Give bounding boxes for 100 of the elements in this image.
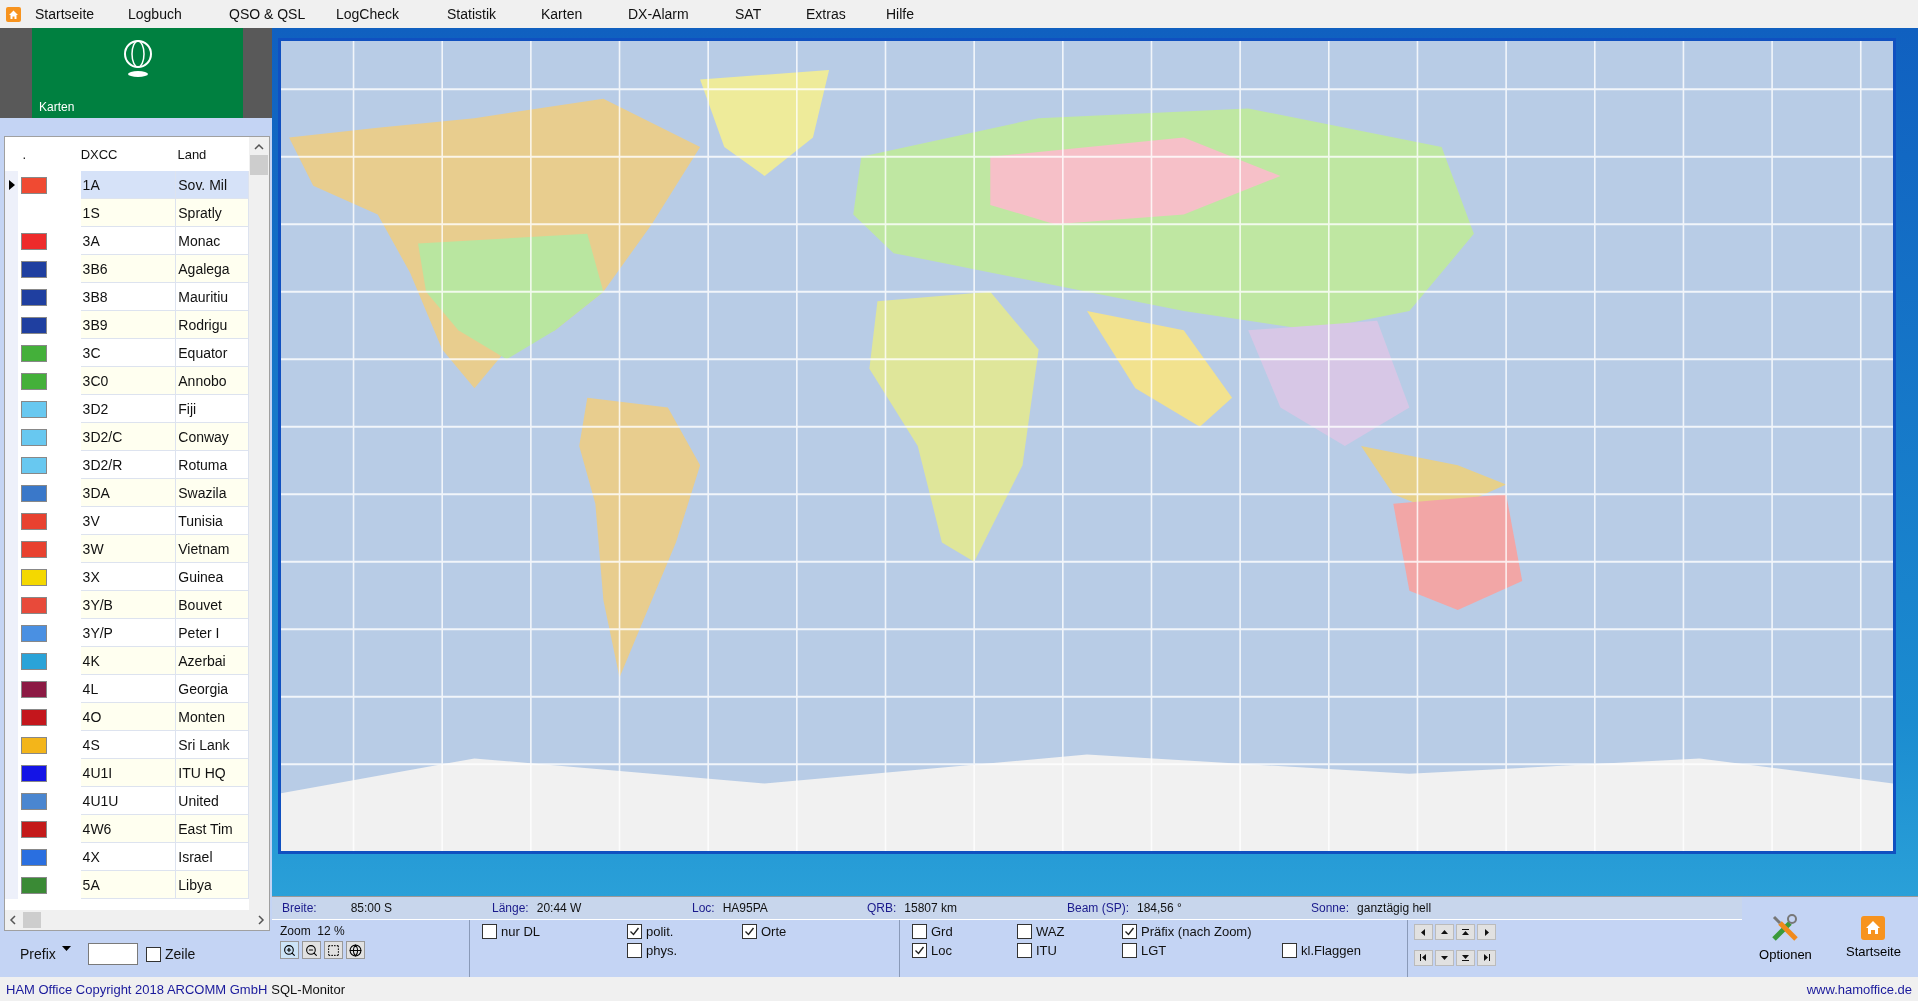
checkbox-option[interactable]: polit.	[627, 924, 742, 939]
table-cell: Spratly	[176, 199, 249, 227]
table-row[interactable]: 3B6 Agalega	[5, 255, 249, 283]
prefix-dropdown[interactable]: Prefix	[20, 946, 80, 962]
arrow-left-button[interactable]	[1414, 924, 1433, 940]
menu-item[interactable]: Karten	[541, 6, 583, 22]
table-cell: Agalega	[176, 255, 249, 283]
scroll-thumb[interactable]	[23, 912, 41, 928]
table-row[interactable]: 3Y/P Peter I	[5, 619, 249, 647]
table-row[interactable]: 3C0 Annobo	[5, 367, 249, 395]
zoom-out-button[interactable]	[302, 941, 321, 959]
menu-item[interactable]: Logbuch	[128, 6, 182, 22]
column-header[interactable]: .	[18, 137, 79, 171]
horizontal-scrollbar[interactable]	[5, 910, 269, 930]
info-value: 85:00 S	[350, 901, 393, 915]
table-cell: 4S	[80, 731, 177, 759]
zoom-in-button[interactable]	[280, 941, 299, 959]
checkbox-option[interactable]: Zeile	[146, 946, 196, 962]
table-row[interactable]: 3B8 Mauritiu	[5, 283, 249, 311]
table-cell: 4U1U	[80, 787, 177, 815]
scroll-right-icon[interactable]	[257, 915, 265, 925]
table-row[interactable]: 3D2 Fiji	[5, 395, 249, 423]
table-cell: Georgia	[176, 675, 249, 703]
website-link[interactable]: www.hamoffice.de	[1806, 981, 1912, 997]
table-row[interactable]: 4O Monten	[5, 703, 249, 731]
table-row[interactable]: 4L Georgia	[5, 675, 249, 703]
home-button[interactable]: Startseite	[1844, 913, 1903, 961]
table-row[interactable]: 3B9 Rodrigu	[5, 311, 249, 339]
table-row[interactable]: 5A Libya	[5, 871, 249, 899]
checkbox-option[interactable]: phys.	[627, 943, 742, 958]
checkbox-option[interactable]: LGT	[1122, 943, 1282, 958]
vertical-scrollbar[interactable]	[249, 137, 269, 910]
selection-button[interactable]	[324, 941, 343, 959]
sql-monitor-label[interactable]: SQL-Monitor	[271, 981, 345, 997]
arrow-right-button[interactable]	[1477, 924, 1496, 940]
menu-item[interactable]: Statistik	[447, 6, 496, 22]
options-button[interactable]: Optionen	[1757, 910, 1814, 964]
menu-item[interactable]: Extras	[806, 6, 846, 22]
table-cell: Sov. Mil	[176, 171, 249, 199]
table-cell: 5A	[80, 871, 177, 899]
table-cell: Fiji	[176, 395, 249, 423]
menu-item[interactable]: Hilfe	[886, 6, 914, 22]
column-header[interactable]: DXCC	[78, 137, 176, 171]
checkbox-option[interactable]: ITU	[1017, 943, 1122, 958]
table-row[interactable]: 3DA Swazila	[5, 479, 249, 507]
menu-item[interactable]: DX-Alarm	[628, 6, 689, 22]
table-cell: 3Y/P	[80, 619, 177, 647]
table-cell: 4L	[80, 675, 177, 703]
table-row[interactable]: 4U1I ITU HQ	[5, 759, 249, 787]
table-cell: Equator	[176, 339, 249, 367]
scroll-up-icon[interactable]	[254, 143, 264, 151]
table-cell: 3D2	[80, 395, 177, 423]
jump-top-button[interactable]	[1456, 924, 1475, 940]
table-cell: 3Y/B	[80, 591, 177, 619]
checkbox-option[interactable]: WAZ	[1017, 924, 1122, 939]
scroll-left-icon[interactable]	[9, 915, 17, 925]
table-row[interactable]: 1S Spratly	[5, 199, 249, 227]
scroll-thumb[interactable]	[250, 155, 268, 175]
arrow-up-button[interactable]	[1435, 924, 1454, 940]
jump-last-button[interactable]	[1477, 949, 1496, 966]
table-row[interactable]: 3V Tunisia	[5, 507, 249, 535]
checkbox-option[interactable]: Grd	[912, 924, 1017, 939]
globe-button[interactable]	[346, 941, 365, 959]
table-row[interactable]: 1A Sov. Mil	[5, 171, 249, 199]
table-row[interactable]: 3C Equator	[5, 339, 249, 367]
table-cell: 3B8	[80, 283, 177, 311]
map-tile[interactable]: Karten	[32, 28, 243, 118]
table-row[interactable]: 3D2/C Conway	[5, 423, 249, 451]
table-row[interactable]: 3D2/R Rotuma	[5, 451, 249, 479]
column-header[interactable]: Land	[175, 137, 249, 171]
table-row[interactable]: 3A Monac	[5, 227, 249, 255]
menu-item[interactable]: QSO & QSL	[229, 6, 306, 22]
checkbox-option[interactable]: kl.Flaggen	[1282, 943, 1382, 958]
menu-item[interactable]: LogCheck	[336, 6, 400, 22]
info-value: 15807 km	[904, 901, 958, 915]
checkbox-option[interactable]: nur DL	[482, 924, 627, 939]
checkbox-option[interactable]: Präfix (nach Zoom)	[1122, 924, 1282, 939]
table-cell: Sri Lank	[176, 731, 249, 759]
arrow-down-button[interactable]	[1435, 949, 1454, 966]
info-value: 20:44 W	[536, 901, 582, 915]
jump-bottom-button[interactable]	[1456, 949, 1475, 966]
table-cell: Conway	[176, 423, 249, 451]
table-row[interactable]: 4U1U United	[5, 787, 249, 815]
info-label: Sonne:	[1311, 901, 1350, 915]
menu-item[interactable]: SAT	[735, 6, 762, 22]
table-row[interactable]: 4X Israel	[5, 843, 249, 871]
table-cell: Mauritiu	[176, 283, 249, 311]
table-row[interactable]: 3W Vietnam	[5, 535, 249, 563]
checkbox-option[interactable]: Orte	[742, 924, 862, 939]
prefix-input-field[interactable]	[88, 943, 138, 965]
table-row[interactable]: 4W6 East Tim	[5, 815, 249, 843]
menu-item[interactable]: Startseite	[35, 6, 95, 22]
table-row[interactable]: 4S Sri Lank	[5, 731, 249, 759]
table-cell: Bouvet	[176, 591, 249, 619]
table-row[interactable]: 3Y/B Bouvet	[5, 591, 249, 619]
table-row[interactable]: 3X Guinea	[5, 563, 249, 591]
checkbox-option[interactable]: Loc	[912, 943, 1017, 958]
jump-first-button[interactable]	[1414, 949, 1433, 966]
table-row[interactable]: 4K Azerbai	[5, 647, 249, 675]
table-cell: 4X	[80, 843, 177, 871]
